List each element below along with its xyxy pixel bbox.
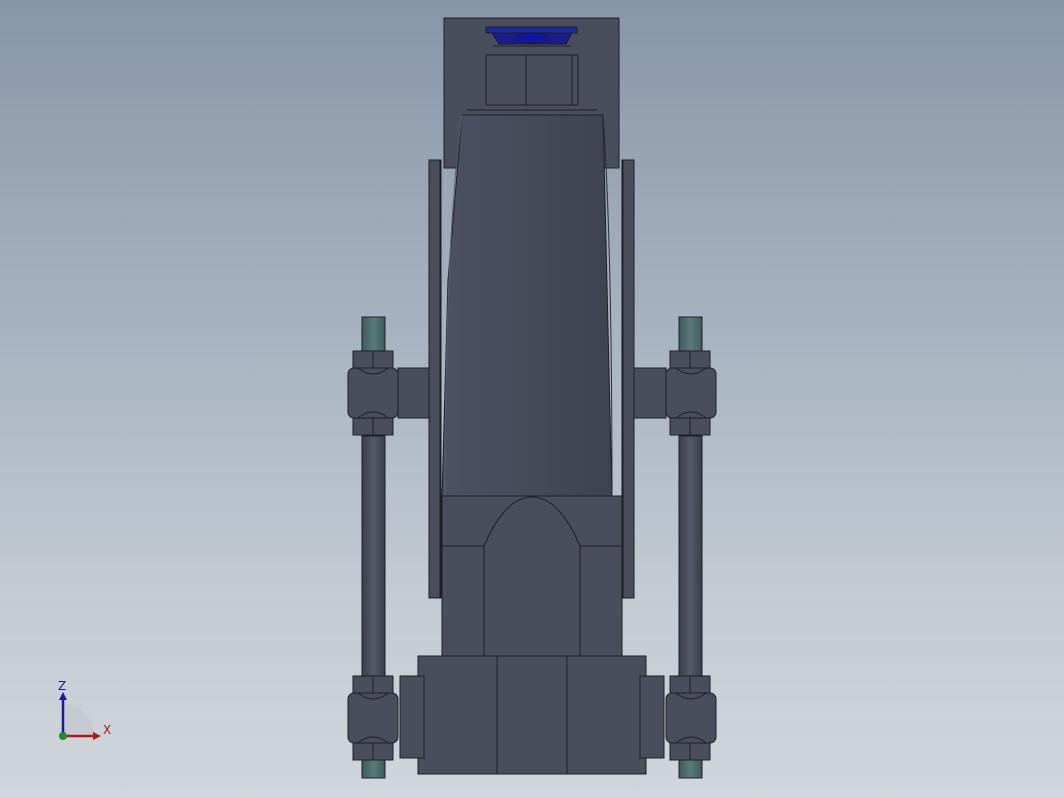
main-body[interactable]: [441, 114, 613, 499]
right-side-plate[interactable]: [621, 159, 635, 599]
lower-column[interactable]: [441, 495, 623, 659]
x-axis-label: X: [103, 723, 112, 737]
upper-right-clamp[interactable]: [631, 350, 717, 436]
z-axis-label: Z: [58, 679, 67, 693]
assembly-model[interactable]: [0, 0, 1064, 798]
upper-left-clamp[interactable]: [347, 350, 433, 436]
lower-right-clamp[interactable]: [639, 675, 717, 761]
base-block[interactable]: [417, 655, 647, 775]
cad-viewport[interactable]: Z X: [0, 0, 1064, 798]
top-cap[interactable]: [485, 26, 578, 45]
left-side-plate[interactable]: [428, 159, 442, 599]
lower-left-clamp[interactable]: [347, 675, 425, 761]
